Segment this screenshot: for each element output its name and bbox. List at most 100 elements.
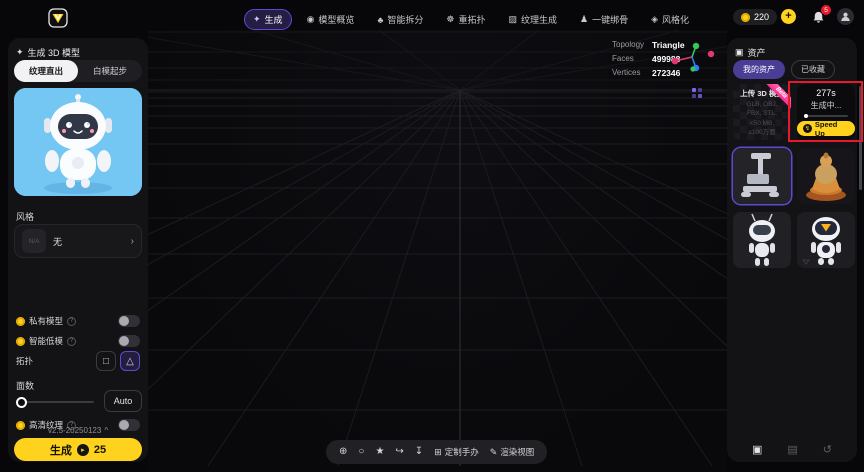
credits-balance[interactable]: 220 <box>733 9 778 25</box>
nav-label: 模型概览 <box>318 15 355 25</box>
assets-bottom-bar: ▣ ▤ ↺ <box>727 445 857 456</box>
nav-label: 生成 <box>264 15 283 25</box>
viewport-grid <box>148 30 727 467</box>
help-icon[interactable]: ? <box>67 336 77 346</box>
face-count-label: 面数 <box>16 381 35 391</box>
chevron-right-icon: › <box>130 235 134 247</box>
models-view-icon[interactable]: ▣ <box>752 445 762 456</box>
style-selector[interactable]: N/A 无 › <box>14 224 142 258</box>
stat-label: Vertices <box>612 68 641 77</box>
history-icon[interactable]: ↺ <box>823 445 832 456</box>
tab-texture-direct[interactable]: 纹理直出 <box>14 60 78 82</box>
favorite-star-icon[interactable]: ★ <box>375 447 384 457</box>
stylize-icon: ◈ <box>651 14 658 24</box>
top-bar: ✦ 生成 ◉ 模型概览 ♣ 智能拆分 ☸ 重拓扑 ▨ 纹理生成 ♟ 一键绑骨 ◈… <box>0 0 864 32</box>
share-icon[interactable]: ↪ <box>395 447 403 457</box>
robot-v-model-image <box>797 212 855 268</box>
auto-faces-button[interactable]: Auto <box>104 390 142 412</box>
asset-thumbnail-robot-antenna[interactable] <box>733 212 791 268</box>
topology-triangle-button[interactable]: △ <box>120 351 140 371</box>
focus-icon[interactable]: ⊕ <box>339 447 347 457</box>
nav-tab-smart-split[interactable]: ♣ 智能拆分 <box>369 10 431 29</box>
speed-up-button[interactable]: ↯ Speed Up <box>797 120 855 138</box>
main-nav: ✦ 生成 ◉ 模型概览 ♣ 智能拆分 ☸ 重拓扑 ▨ 纹理生成 ♟ 一键绑骨 ◈… <box>244 9 697 30</box>
sparkle-icon: ✦ <box>253 14 261 24</box>
layers-icon[interactable]: ▤ <box>787 445 797 456</box>
upload-model-card[interactable]: 上传 3D 模型 GLB, OBJ, FBX, STL, <50 MB, ≤10… <box>733 84 791 140</box>
nav-label: 纹理生成 <box>520 15 557 25</box>
render-view-button[interactable]: ✎ 渲染视图 <box>490 446 535 458</box>
private-model-row: 私有模型 ? <box>16 314 140 328</box>
nav-label: 重拓扑 <box>458 15 486 25</box>
nav-tab-auto-rig[interactable]: ♟ 一键绑骨 <box>572 10 636 29</box>
mode-tabs: 纹理直出 白模起步 <box>14 60 142 82</box>
topology-quad-button[interactable]: □ <box>96 351 116 371</box>
3d-viewport[interactable]: Topology Triangle Faces 499988 Vertices … <box>148 30 727 472</box>
input-image-preview[interactable] <box>14 88 142 196</box>
generation-status: 生成中... <box>810 101 842 110</box>
generate-label: 生成 <box>49 444 72 457</box>
smart-lowpoly-row: 智能低模 ? <box>16 334 140 348</box>
style-value: 无 <box>53 236 63 247</box>
sparkle-icon: ✦ <box>16 47 24 57</box>
user-avatar[interactable] <box>837 8 854 25</box>
face-count-slider[interactable] <box>16 396 94 408</box>
assets-title: ▣ 资产 <box>735 47 766 58</box>
style-thumbnail: N/A <box>22 229 46 253</box>
nav-tab-generate[interactable]: ✦ 生成 <box>244 9 292 30</box>
custom-figurine-button[interactable]: ⊞ 定制手办 <box>434 446 479 458</box>
generate-button[interactable]: 生成 ▸ 25 <box>14 438 142 461</box>
topology-row: 拓扑 □ △ <box>16 351 140 371</box>
cost-coin-icon: ▸ <box>76 443 89 456</box>
tab-my-assets[interactable]: 我的资产 <box>733 60 785 79</box>
assets-box-icon: ▣ <box>735 47 744 57</box>
asset-thumbnail-robot-visor[interactable] <box>797 212 855 268</box>
notifications-button[interactable]: 5 <box>811 5 831 25</box>
generation-timer: 277s <box>816 88 836 98</box>
machine-model-image <box>733 148 791 204</box>
upload-formats: GLB, OBJ, FBX, STL, <50 MB, ≤100万面 <box>746 101 778 136</box>
help-icon[interactable]: ? <box>67 316 77 326</box>
retopology-icon: ☸ <box>446 14 455 24</box>
viewport-toolbar: ⊕ ○ ★ ↪ ↧ ⊞ 定制手办 ✎ 渲染视图 <box>326 440 548 464</box>
tab-favorites[interactable]: 已收藏 <box>791 60 835 79</box>
buddha-model-image <box>797 148 855 204</box>
smart-lowpoly-toggle[interactable] <box>118 335 140 347</box>
slider-knob[interactable] <box>16 396 27 408</box>
asset-thumbnail-buddha[interactable] <box>797 148 855 204</box>
option-label: 私有模型 <box>29 316 64 326</box>
app-window: ✦ 生成 ◉ 模型概览 ♣ 智能拆分 ☸ 重拓扑 ▨ 纹理生成 ♟ 一键绑骨 ◈… <box>0 0 864 472</box>
assets-scrollbar[interactable] <box>859 86 862 190</box>
credits-count: 220 <box>754 12 770 22</box>
nav-tab-retopology[interactable]: ☸ 重拓扑 <box>438 10 493 29</box>
nav-tab-stylize[interactable]: ◈ 风格化 <box>643 10 697 29</box>
assets-tabs: 我的资产 已收藏 <box>733 60 835 79</box>
orbit-icon[interactable]: ○ <box>358 447 364 457</box>
download-icon[interactable]: ↧ <box>415 447 423 457</box>
panel-title: ✦ 生成 3D 模型 <box>16 47 81 58</box>
stat-label: Topology <box>612 40 645 49</box>
private-model-toggle[interactable] <box>118 315 140 327</box>
chevron-up-icon: ^ <box>104 426 109 435</box>
axis-gizmo-icon[interactable] <box>670 40 716 76</box>
nav-tab-texture-generation[interactable]: ▨ 纹理生成 <box>500 10 565 29</box>
generating-task-card[interactable]: 277s 生成中... ↯ Speed Up <box>797 84 855 140</box>
app-logo-icon[interactable] <box>48 8 68 28</box>
generate-cost: 25 <box>93 443 107 456</box>
wireframe-grid-icon[interactable] <box>692 88 703 99</box>
notification-badge: 5 <box>821 5 831 15</box>
smart-split-icon: ♣ <box>377 14 384 25</box>
tab-white-model[interactable]: 白模起步 <box>78 60 142 82</box>
robot-model-image <box>733 212 791 268</box>
pen-icon: ✎ <box>489 446 498 457</box>
asset-thumbnail-selected[interactable] <box>733 148 791 204</box>
style-label: 风格 <box>16 212 35 222</box>
model-version-selector[interactable]: v2.5-20250123 ^ <box>8 426 148 435</box>
nav-tab-model-overview[interactable]: ◉ 模型概览 <box>299 10 363 29</box>
assets-panel: ▣ 资产 我的资产 已收藏 上传 3D 模型 GLB, OBJ, FBX, ST… <box>727 38 857 462</box>
nav-label: 风格化 <box>662 15 690 25</box>
nav-label: 智能拆分 <box>387 15 424 25</box>
add-credits-button[interactable]: + <box>781 9 796 24</box>
topology-label: 拓扑 <box>16 356 34 366</box>
generation-settings-panel: ✦ 生成 3D 模型 纹理直出 白模起步 风格 N/A 无 › 私有模型 ? 智… <box>8 38 148 462</box>
